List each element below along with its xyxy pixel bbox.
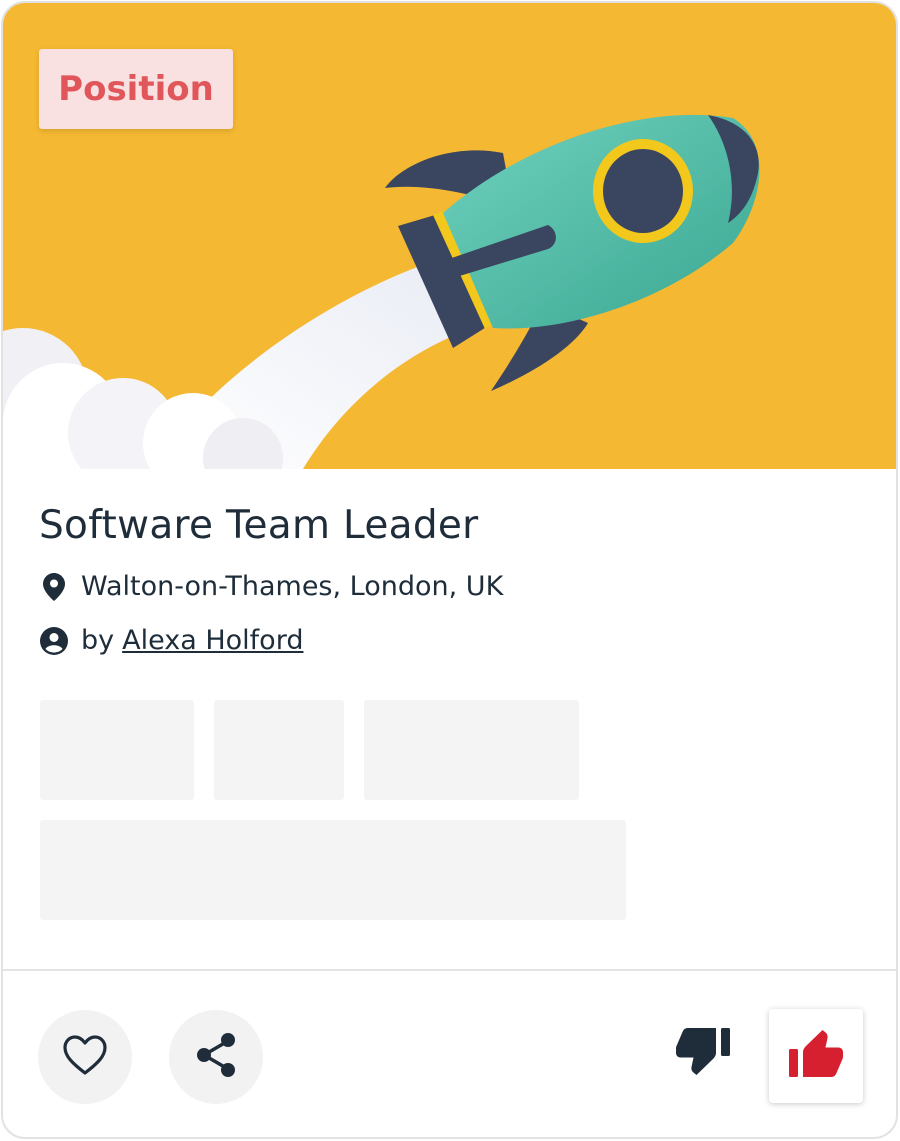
location-text: Walton-on-Thames, London, UK: [81, 571, 504, 602]
footer-divider: [3, 969, 896, 971]
upvote-button[interactable]: [769, 1009, 863, 1103]
position-tag: Position: [39, 49, 233, 129]
author-row: by Alexa Holford: [39, 625, 303, 656]
location-row: Walton-on-Thames, London, UK: [39, 571, 503, 602]
share-icon: [193, 1031, 239, 1083]
hero-image: Position: [3, 3, 896, 469]
job-card: Position Software Team Leader Walton-on-…: [1, 1, 898, 1139]
author-prefix: by: [81, 625, 115, 656]
downvote-button[interactable]: [671, 1021, 735, 1085]
thumbs-up-icon: [788, 1029, 844, 1083]
like-button[interactable]: [38, 1010, 132, 1104]
author-link[interactable]: Alexa Holford: [122, 625, 303, 656]
user-circle-icon: [39, 626, 69, 656]
share-button[interactable]: [169, 1010, 263, 1104]
skeleton-placeholder: [40, 820, 626, 920]
skeleton-placeholder: [40, 700, 194, 800]
map-pin-icon: [39, 572, 69, 602]
skeleton-placeholder: [214, 700, 344, 800]
thumbs-down-icon: [675, 1026, 731, 1080]
skeleton-placeholder: [364, 700, 579, 800]
heart-outline-icon: [62, 1034, 108, 1080]
job-title: Software Team Leader: [39, 503, 479, 548]
